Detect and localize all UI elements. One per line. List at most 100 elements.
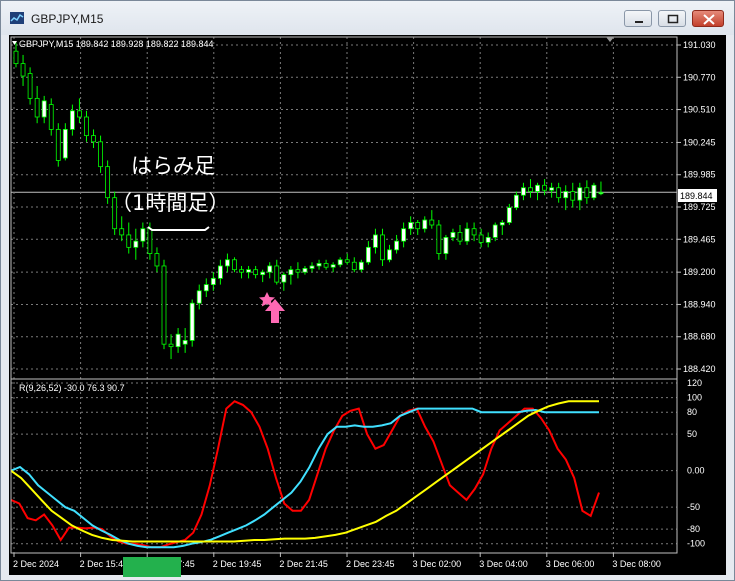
candle-body [288,269,294,276]
candle-body [323,263,329,268]
price-tick-label: 191.030 [683,40,716,50]
time-tick-label: 2 Dec 19:45 [213,559,262,569]
time-tick-label: 3 Dec 06:00 [546,559,595,569]
candle-body [485,237,491,243]
candle-body [492,224,498,238]
candle-body [281,274,287,283]
candle-body [119,228,125,236]
candle-body [577,187,583,201]
candle-body [542,184,547,191]
time-tick-label: 2 Dec 2024 [13,559,59,569]
candle-body [260,271,266,276]
candle-body [77,110,82,118]
price-tick-label: 190.245 [683,137,716,147]
candle-body [189,302,195,341]
candle-body [48,104,54,130]
chart-area[interactable]: 191.030 190.770 190.510 190.245 189.985 189.7… [9,35,726,575]
candle-body [175,333,181,348]
annotation-line-1: はらみ足 [131,154,215,178]
candle-body [436,224,442,254]
candle-body [69,110,75,130]
candle-body [210,277,216,285]
osc-tick-label: -80 [687,524,700,534]
candle-body [337,259,343,266]
candle-body [464,228,470,242]
candle-body [62,129,68,159]
candle-body [302,268,308,273]
price-tick-label: 190.770 [683,72,716,82]
candle-body [309,265,315,269]
candle-body [365,246,371,263]
candle-body [394,240,399,251]
axes: 191.030 190.770 190.510 190.245 189.985 189.7… [10,36,716,569]
candle-body [513,194,519,209]
candle-body [147,228,153,254]
time-tick-label: 2 Dec 21:45 [279,559,328,569]
candle-body [13,50,19,65]
candle-body [133,240,139,248]
candle-body [471,228,477,236]
grid [11,37,677,553]
price-tick-label: 188.680 [683,332,716,342]
candle-body [457,232,463,242]
candle-body [598,192,604,195]
highlight-bar [123,557,181,577]
candles [13,42,604,360]
candle-body [584,187,590,199]
time-tick-label: 3 Dec 02:00 [413,559,462,569]
candle-body [450,232,456,238]
candle-body [41,100,47,118]
plot-frame [10,36,678,554]
oscillator-lines [10,400,600,549]
indicator-header: R(9,26,52) -30.0 76.3 90.7 [19,383,125,393]
candle-body [358,261,364,271]
candle-body [246,269,251,273]
window-title: GBPJPY,M15 [31,12,104,26]
candle-body [401,228,407,242]
title-bar[interactable]: GBPJPY,M15 [1,1,734,35]
minimize-button[interactable] [624,10,652,27]
maximize-button[interactable] [658,10,686,27]
price-tick-label: 189.725 [683,202,716,212]
candle-body [232,259,237,271]
close-icon [703,14,715,25]
current-price-label: 189.844 [680,191,713,201]
candle-body [429,219,435,226]
price-header: GBPJPY,M15 189.842 189.928 189.822 189.8… [19,39,214,49]
candle-body [34,97,40,118]
candle-body [591,184,597,199]
candle-body [521,187,526,196]
candle-body [422,219,428,230]
osc-tick-label: 80 [687,407,697,417]
osc-tick-label: 100 [687,393,702,403]
candle-body [98,141,103,168]
time-tick-label: 3 Dec 08:00 [612,559,661,569]
osc-tick-label: 0.00 [687,466,705,476]
candle-body [20,63,26,77]
time-tick-label: 3 Dec 04:00 [479,559,528,569]
shift-marker-icon[interactable] [606,37,614,42]
candle-body [27,73,33,99]
candle-body [373,234,378,248]
candle-body [84,116,89,137]
candle-body [563,191,569,199]
price-tick-label: 189.985 [683,170,716,180]
candle-body [506,207,512,223]
candle-body [267,265,273,273]
candle-body [570,191,576,201]
candle-body [556,187,562,199]
candle-body [182,340,188,345]
candle-body [126,234,132,248]
annotation-bracket [147,226,210,231]
osc-tick-label: 50 [687,429,697,439]
candle-body [274,265,280,283]
time-tick-label: 2 Dec 15:45 [80,559,129,569]
candle-body [478,234,484,243]
maximize-icon [667,14,679,24]
osc-line-52 [10,400,599,543]
candle-body [415,222,421,230]
candle-body [140,228,146,242]
candle-body [295,269,301,273]
candle-body [387,249,392,261]
close-button[interactable] [692,10,724,27]
